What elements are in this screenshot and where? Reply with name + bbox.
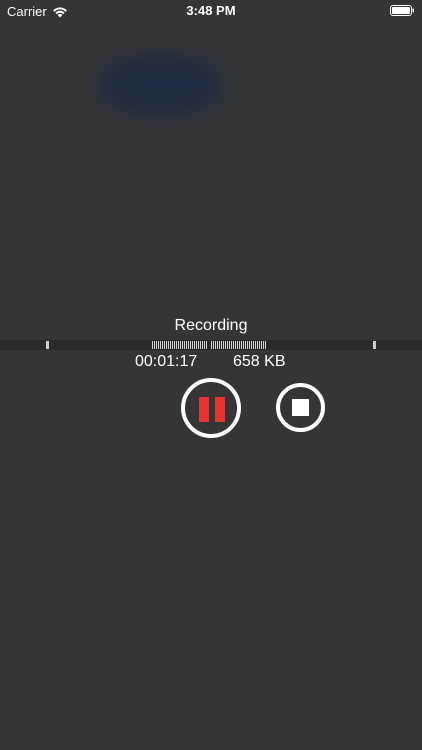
level-meter-tick [164,341,165,349]
status-time: 3:48 PM [186,3,236,18]
level-meter-tick [172,341,173,349]
level-meter-tick [196,341,197,349]
level-meter-tick [235,341,236,349]
level-meter-tick [213,341,214,349]
level-meter-tick [243,341,244,349]
level-meter-tick [182,341,183,349]
level-meter-tick [158,341,159,349]
level-meter-tick [233,341,234,349]
level-meter-tick [200,341,201,349]
level-meter-tick [156,341,157,349]
level-meter-tick [257,341,258,349]
level-meter-tick [166,341,167,349]
level-meter-tick [178,341,179,349]
level-meter-tick [249,341,250,349]
level-meter-tick [168,341,169,349]
level-meter-tick [160,341,161,349]
file-size: 658 KB [233,353,286,370]
stop-button[interactable] [276,383,325,432]
level-meter-tick [194,341,195,349]
level-meter-tick [227,341,228,349]
level-meter-tick [174,341,175,349]
level-meter-tick [180,341,181,349]
level-meter-tick [229,341,230,349]
level-meter-tick [239,341,240,349]
level-meter-tick [261,341,262,349]
level-meter-tick [162,341,163,349]
level-meter-tick [152,341,153,349]
level-meter-gap [208,341,210,349]
battery-icon [390,5,414,16]
level-meter-segments [152,341,266,349]
level-meter-tick [186,341,187,349]
level-meter-tick [190,341,191,349]
level-meter-tick [198,341,199,349]
level-meter-tick [263,341,264,349]
level-meter-tick [231,341,232,349]
level-meter-tick [241,341,242,349]
pause-icon-bar [215,397,225,422]
level-meter-tick [170,341,171,349]
level-meter-tick [154,341,155,349]
level-meter-tick [259,341,260,349]
level-meter-tick [251,341,252,349]
level-meter-right-marker [373,341,376,349]
status-bar: Carrier 3:48 PM [0,0,422,22]
level-meter-left-marker [46,341,49,349]
recorder-screen: Carrier 3:48 PM Recording 00:01:17 658 K… [0,0,422,750]
level-meter-tick [217,341,218,349]
level-meter-tick [255,341,256,349]
level-meter-tick [176,341,177,349]
level-meter-tick [225,341,226,349]
level-meter-tick [204,341,205,349]
level-meter-tick [265,341,266,349]
artwork-blur [95,55,225,115]
pause-button[interactable] [181,378,241,438]
level-meter-tick [223,341,224,349]
level-meter-tick [253,341,254,349]
level-meter-tick [247,341,248,349]
level-meter-tick [192,341,193,349]
level-meter-tick [211,341,212,349]
pause-icon [199,397,209,422]
level-meter-tick [237,341,238,349]
elapsed-time: 00:01:17 [135,353,198,370]
level-meter-tick [206,341,207,349]
level-meter [0,340,422,350]
level-meter-tick [215,341,216,349]
stop-icon [292,399,309,416]
level-meter-tick [221,341,222,349]
recording-status-label: Recording [174,317,248,334]
level-meter-tick [219,341,220,349]
level-meter-tick [202,341,203,349]
level-meter-tick [188,341,189,349]
level-meter-tick [184,341,185,349]
level-meter-tick [245,341,246,349]
